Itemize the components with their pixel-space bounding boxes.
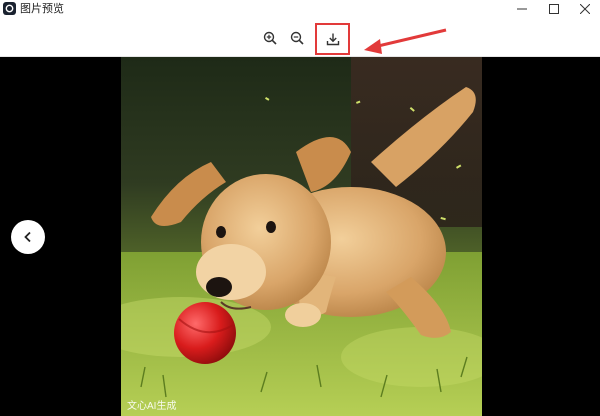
annotation-arrow-icon bbox=[364, 28, 447, 54]
minimize-button[interactable] bbox=[505, 0, 539, 18]
title-bar: 图片预览 bbox=[0, 0, 600, 18]
ai-watermark: 文心AI生成 bbox=[127, 401, 177, 412]
download-button[interactable] bbox=[315, 23, 350, 55]
previous-image-button[interactable] bbox=[11, 220, 45, 254]
window-title: 图片预览 bbox=[20, 3, 64, 15]
close-button[interactable] bbox=[568, 0, 600, 18]
image-viewer: 文心AI生成 bbox=[0, 57, 600, 416]
chevron-left-icon bbox=[24, 231, 31, 243]
close-icon bbox=[580, 4, 590, 14]
maximize-button[interactable] bbox=[537, 0, 571, 18]
zoom-out-button[interactable] bbox=[286, 27, 308, 49]
zoom-in-button[interactable] bbox=[259, 27, 281, 49]
maximize-icon bbox=[549, 4, 559, 14]
toolbar bbox=[0, 18, 600, 57]
download-icon bbox=[326, 33, 339, 46]
zoom-out-icon bbox=[290, 31, 304, 45]
image-viewer-app-icon bbox=[3, 2, 16, 15]
preview-image: 文心AI生成 bbox=[121, 57, 482, 416]
minimize-icon bbox=[517, 8, 527, 10]
zoom-in-icon bbox=[263, 31, 277, 45]
